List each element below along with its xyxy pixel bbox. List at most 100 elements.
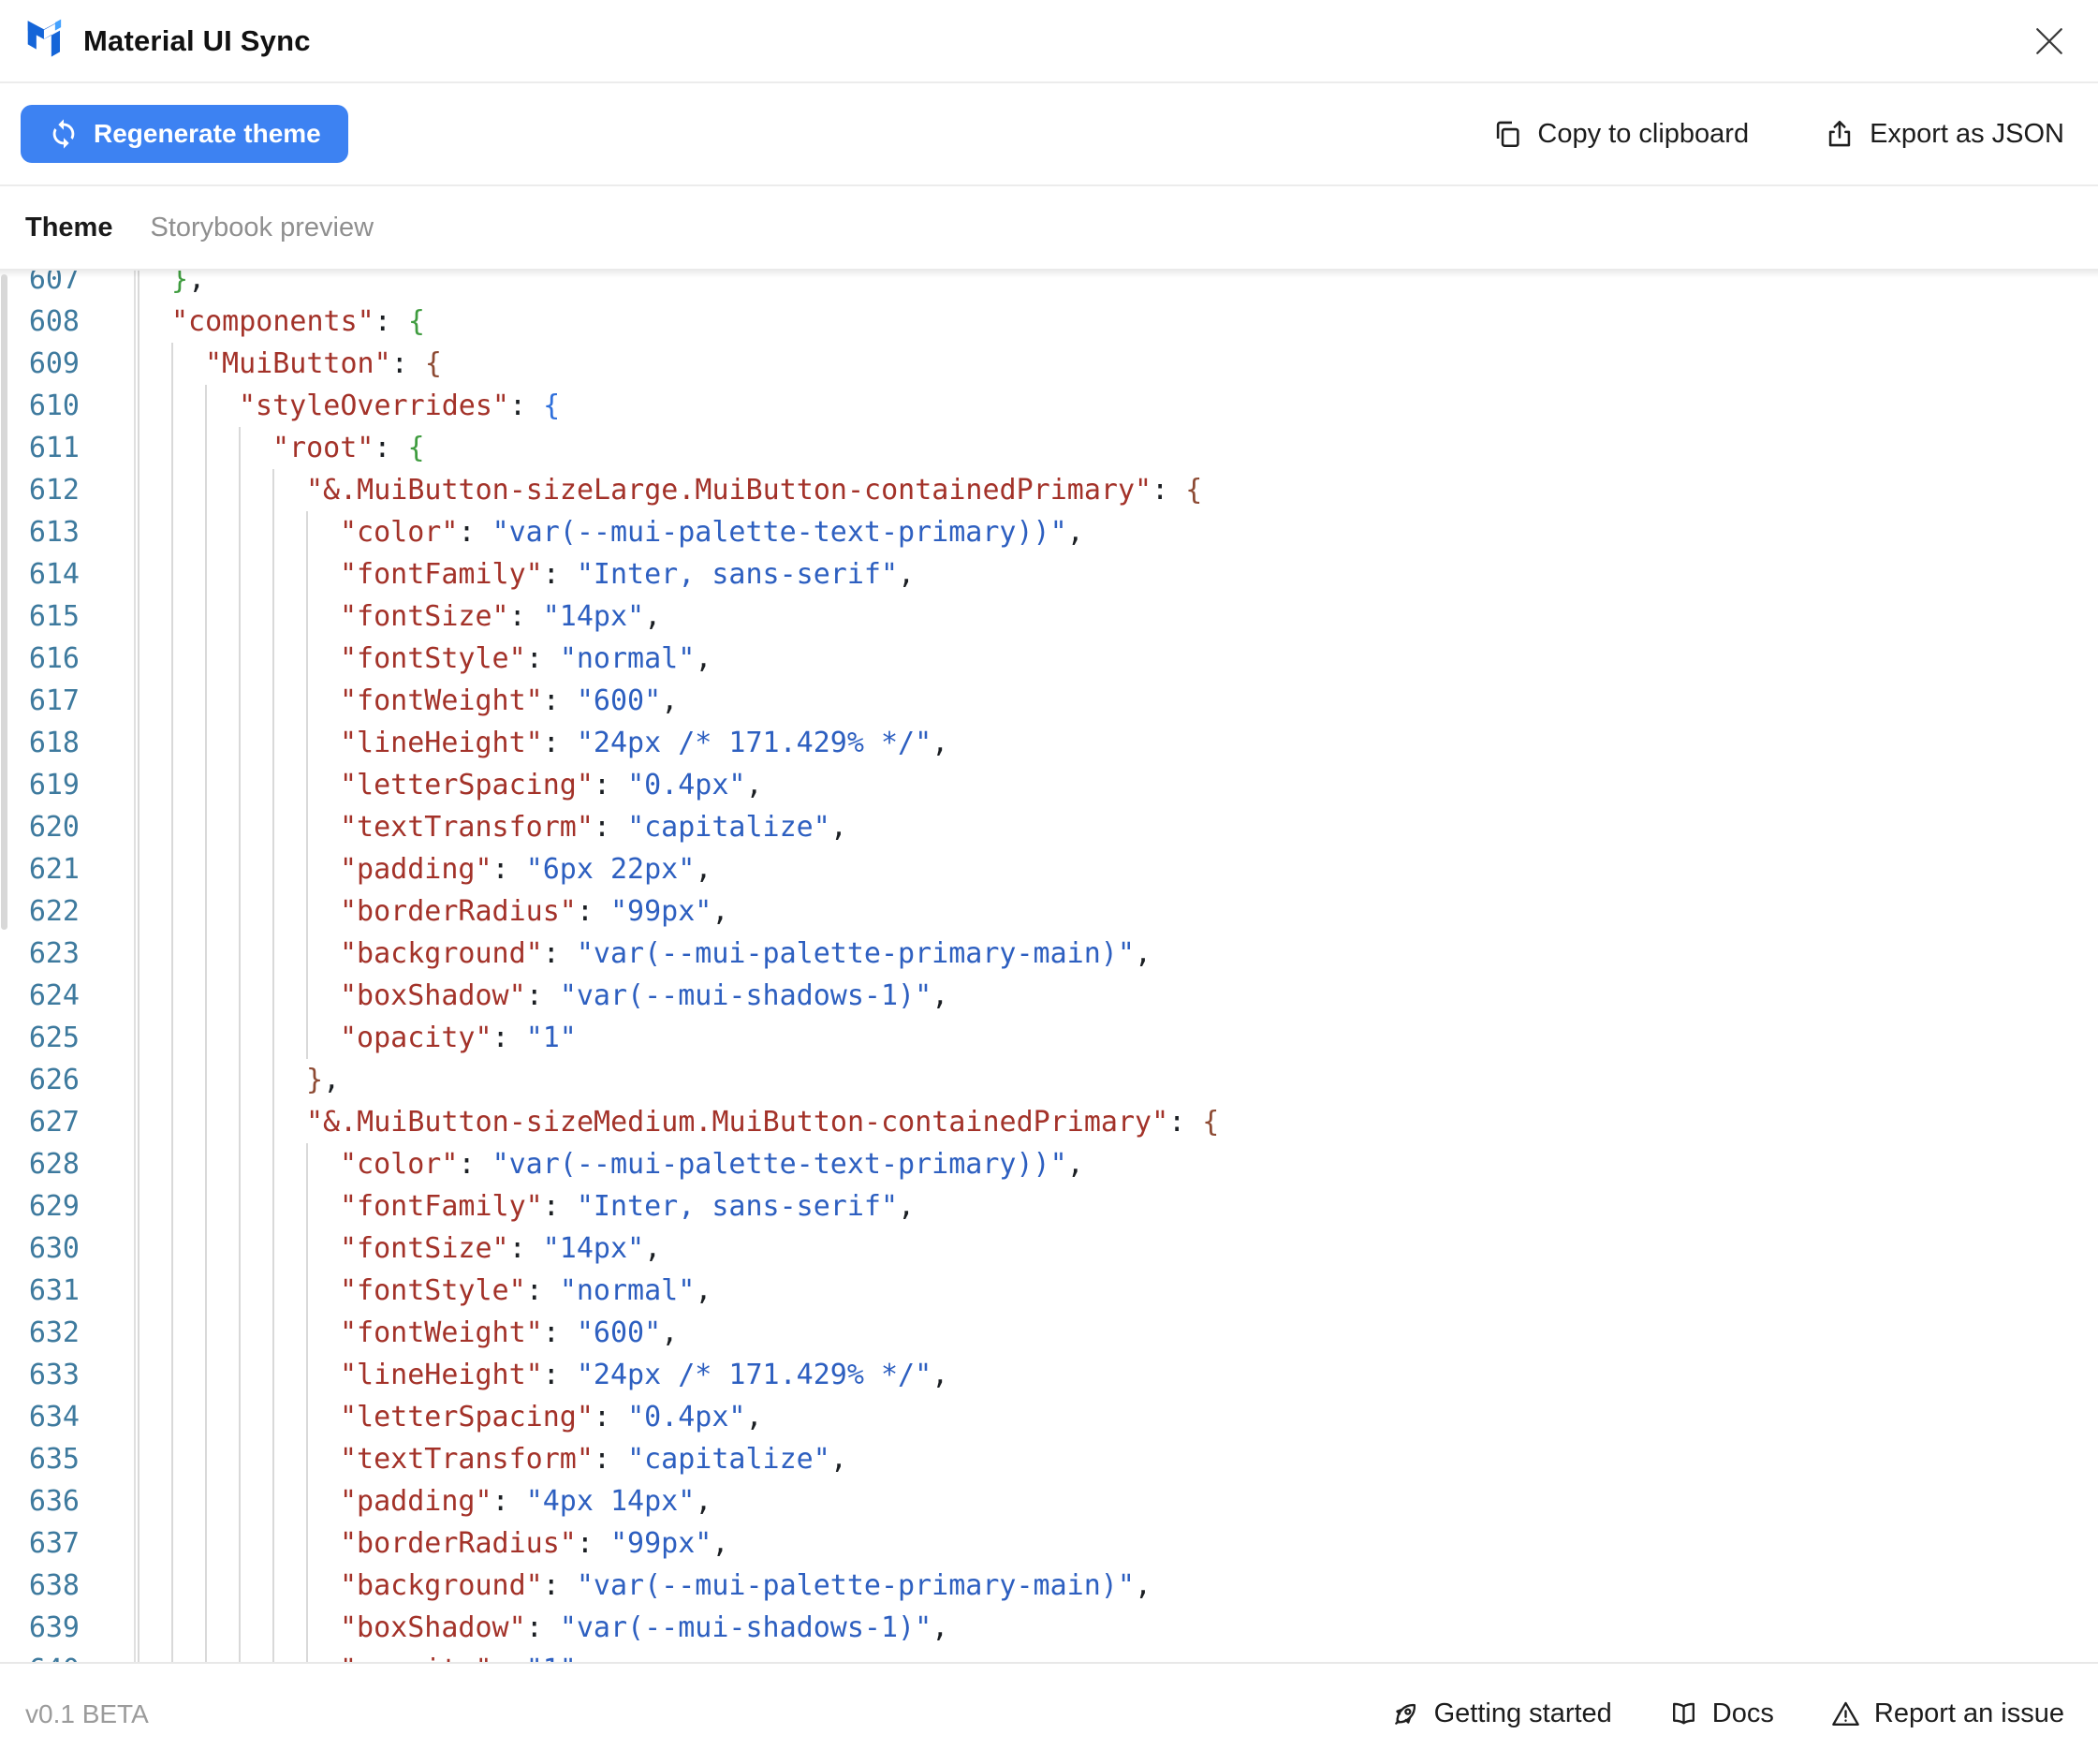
indent-guides <box>138 1270 340 1312</box>
line-number: 619 <box>0 764 136 806</box>
report-issue-link[interactable]: Report an issue <box>1830 1698 2064 1729</box>
plugin-footer: v0.1 BETA Getting started Docs Report an… <box>0 1662 2098 1764</box>
export-as-json-button[interactable]: Export as JSON <box>1824 118 2064 150</box>
toolbar: Regenerate theme Copy to clipboard Expor… <box>0 83 2098 186</box>
indent-guides <box>138 511 340 553</box>
indent-guides <box>138 1649 340 1662</box>
code-line: 639 "boxShadow": "var(--mui-shadows-1)", <box>0 1607 2098 1649</box>
tab-bar: Theme Storybook preview <box>0 186 2098 271</box>
code-line: 616 "fontStyle": "normal", <box>0 638 2098 680</box>
line-number: 625 <box>0 1017 136 1059</box>
indent-guides <box>138 1017 340 1059</box>
code-line-text: "fontFamily": "Inter, sans-serif", <box>136 553 2098 595</box>
theme-code-editor[interactable]: 607}, 608 "components": {609 "MuiButton": {… <box>0 271 2098 1662</box>
code-line-text: "MuiButton": { <box>136 343 2098 385</box>
tab-theme[interactable]: Theme <box>25 213 112 243</box>
line-number: 615 <box>0 595 136 638</box>
indent-guides <box>138 806 340 848</box>
indent-guides <box>138 595 340 638</box>
indent-guides <box>138 764 340 806</box>
line-number: 636 <box>0 1480 136 1522</box>
line-number: 614 <box>0 553 136 595</box>
line-number: 624 <box>0 975 136 1017</box>
indent-guides <box>138 1227 340 1270</box>
tab-storybook-preview[interactable]: Storybook preview <box>150 213 374 243</box>
code-line: 635 "textTransform": "capitalize", <box>0 1438 2098 1480</box>
getting-started-label: Getting started <box>1433 1698 1612 1728</box>
copy-to-clipboard-button[interactable]: Copy to clipboard <box>1491 118 1749 150</box>
indent-guides <box>138 1354 340 1396</box>
indent-guides <box>138 343 205 385</box>
indent-guides <box>138 638 340 680</box>
warning-icon <box>1830 1698 1861 1729</box>
code-line-text: "fontSize": "14px", <box>136 595 2098 638</box>
code-line: 622 "borderRadius": "99px", <box>0 890 2098 933</box>
indent-guides <box>138 722 340 764</box>
line-number: 609 <box>0 343 136 385</box>
line-number: 634 <box>0 1396 136 1438</box>
line-number: 621 <box>0 848 136 890</box>
code-line-text: "root": { <box>136 427 2098 469</box>
code-line: 636 "padding": "4px 14px", <box>0 1480 2098 1522</box>
line-number: 618 <box>0 722 136 764</box>
code-line: 632 "fontWeight": "600", <box>0 1312 2098 1354</box>
code-line-text: "letterSpacing": "0.4px", <box>136 1396 2098 1438</box>
regenerate-theme-button[interactable]: Regenerate theme <box>21 105 348 163</box>
line-number: 620 <box>0 806 136 848</box>
indent-guides <box>138 1522 340 1565</box>
mui-logo <box>25 19 65 64</box>
line-number: 628 <box>0 1143 136 1185</box>
export-icon <box>1824 118 1856 150</box>
code-line: 619 "letterSpacing": "0.4px", <box>0 764 2098 806</box>
line-number: 617 <box>0 680 136 722</box>
code-line: 631 "fontStyle": "normal", <box>0 1270 2098 1312</box>
code-line-text: "boxShadow": "var(--mui-shadows-1)", <box>136 975 2098 1017</box>
line-number: 607 <box>0 271 136 301</box>
code-line: 626}, <box>0 1059 2098 1101</box>
code-line: 628 "color": "var(--mui-palette-text-prim… <box>0 1143 2098 1185</box>
indent-guides <box>138 1185 340 1227</box>
code-line-text: "fontWeight": "600", <box>136 1312 2098 1354</box>
indent-guides <box>138 553 340 595</box>
code-line-text: }, <box>136 1059 2098 1101</box>
code-line-text: "borderRadius": "99px", <box>136 890 2098 933</box>
code-line: 613 "color": "var(--mui-palette-text-prim… <box>0 511 2098 553</box>
indent-guides <box>138 890 340 933</box>
code-line-text: "textTransform": "capitalize", <box>136 1438 2098 1480</box>
code-line: 612 "&.MuiButton-sizeLarge.MuiButton-cont… <box>0 469 2098 511</box>
code-line-text: "color": "var(--mui-palette-text-primary… <box>136 511 2098 553</box>
line-number: 627 <box>0 1101 136 1143</box>
getting-started-link[interactable]: Getting started <box>1390 1698 1612 1729</box>
line-number: 612 <box>0 469 136 511</box>
docs-link[interactable]: Docs <box>1668 1698 1774 1729</box>
indent-guides <box>138 1396 340 1438</box>
code-line-text: "borderRadius": "99px", <box>136 1522 2098 1565</box>
line-number: 638 <box>0 1565 136 1607</box>
code-line-text: }, <box>136 271 2098 301</box>
code-line: 640"opacity": "1" <box>0 1649 2098 1662</box>
indent-guides <box>138 301 171 343</box>
plugin-header: Material UI Sync <box>0 0 2098 83</box>
line-number: 630 <box>0 1227 136 1270</box>
code-line-text: "&.MuiButton-sizeMedium.MuiButton-contai… <box>136 1101 2098 1143</box>
code-line-text: "color": "var(--mui-palette-text-primary… <box>136 1143 2098 1185</box>
close-icon <box>2033 25 2065 57</box>
code-line: 614 "fontFamily": "Inter, sans-serif", <box>0 553 2098 595</box>
indent-guides <box>138 1565 340 1607</box>
copy-to-clipboard-label: Copy to clipboard <box>1537 118 1750 149</box>
indent-guides <box>138 1059 306 1101</box>
code-line: 625 "opacity": "1" <box>0 1017 2098 1059</box>
indent-guides <box>138 271 171 301</box>
line-number: 629 <box>0 1185 136 1227</box>
code-line-text: "opacity": "1" <box>136 1649 2098 1662</box>
code-line: 618 "lineHeight": "24px /* 171.429% */", <box>0 722 2098 764</box>
code-line-text: "fontWeight": "600", <box>136 680 2098 722</box>
line-number: 635 <box>0 1438 136 1480</box>
line-number: 631 <box>0 1270 136 1312</box>
export-as-json-label: Export as JSON <box>1870 118 2064 149</box>
vertical-scrollbar[interactable] <box>1 274 7 930</box>
code-line-text: "padding": "4px 14px", <box>136 1480 2098 1522</box>
line-number: 608 <box>0 301 136 343</box>
line-number: 610 <box>0 385 136 427</box>
close-button[interactable] <box>2029 21 2070 62</box>
